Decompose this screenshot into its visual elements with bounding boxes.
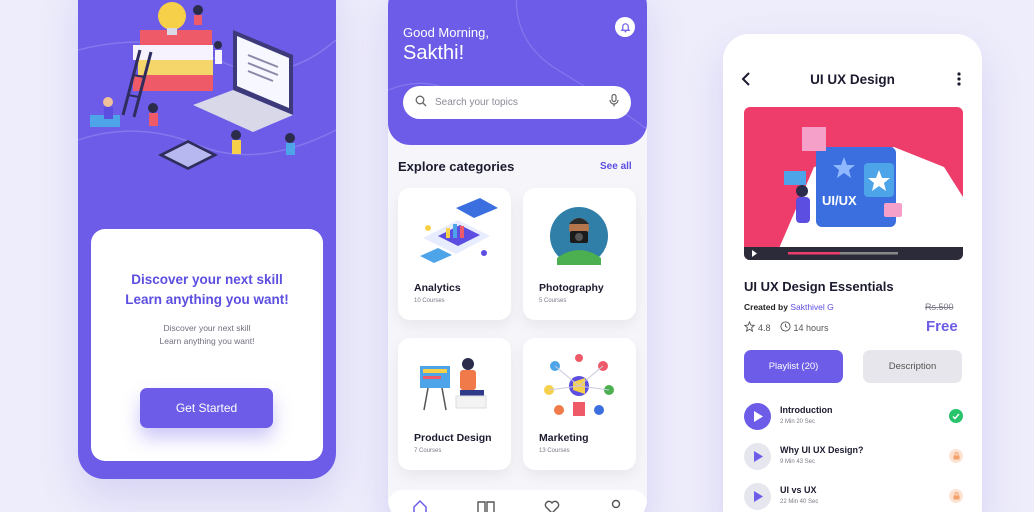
video-thumbnail: UI/UX xyxy=(744,107,963,260)
headline-line-1: Discover your next skill xyxy=(131,272,283,287)
category-count: 10 Courses xyxy=(414,298,445,304)
lesson-name: UI vs UX xyxy=(780,485,817,495)
home-icon[interactable] xyxy=(412,499,428,512)
created-by: Created by Sakthivel G xyxy=(744,302,834,312)
greeting-text: Good Morning, xyxy=(403,25,489,40)
lesson-duration: 2 Min 20 Sec xyxy=(780,419,816,425)
home-screen: Good Morning, Sakthi! Explore categories… xyxy=(388,0,647,512)
category-card-marketing[interactable]: Marketing 13 Courses xyxy=(523,338,636,470)
photographer-illustration xyxy=(550,207,608,265)
course-title: UI UX Design Essentials xyxy=(744,279,894,294)
more-options-icon[interactable] xyxy=(956,72,962,91)
get-started-button[interactable]: Get Started xyxy=(140,388,273,428)
onboarding-headline: Discover your next skill Learn anything … xyxy=(91,270,323,310)
tab-playlist[interactable]: Playlist (20) xyxy=(744,350,843,383)
search-input[interactable] xyxy=(435,97,609,108)
price: Free xyxy=(926,318,958,335)
course-detail-screen: UI UX Design UI/UX UI UX Design Essentia… xyxy=(723,34,982,512)
category-name: Analytics xyxy=(414,282,461,294)
course-meta: 4.8 14 hours xyxy=(743,320,829,334)
lesson-item[interactable]: Introduction 2 Min 20 Sec xyxy=(744,403,966,433)
onboarding-screen: Discover your next skill Learn anything … xyxy=(78,0,336,479)
category-card-photography[interactable]: Photography 5 Courses xyxy=(523,188,636,320)
user-name: Sakthi! xyxy=(403,42,465,64)
lock-icon xyxy=(949,489,963,503)
star-icon xyxy=(743,320,756,334)
microphone-icon[interactable] xyxy=(609,93,619,112)
bottom-nav xyxy=(388,490,647,512)
designer-illustration xyxy=(420,358,487,411)
header-wave-decoration xyxy=(388,0,647,131)
subtitle-line-2: Learn anything you want! xyxy=(159,336,255,346)
category-name: Product Design xyxy=(414,432,492,444)
play-icon[interactable] xyxy=(744,483,771,510)
tab-description[interactable]: Description xyxy=(863,350,962,383)
play-icon[interactable] xyxy=(744,403,771,430)
headline-line-2: Learn anything you want! xyxy=(125,292,289,307)
lesson-duration: 9 Min 43 Sec xyxy=(780,459,816,465)
search-icon xyxy=(415,94,427,112)
see-all-link[interactable]: See all xyxy=(600,161,632,172)
category-name: Marketing xyxy=(539,432,589,444)
lesson-name: Why UI UX Design? xyxy=(780,445,864,455)
bell-icon[interactable] xyxy=(615,17,635,37)
lesson-item[interactable]: UI vs UX 22 Min 40 Sec xyxy=(744,483,966,512)
created-by-label: Created by xyxy=(744,302,788,312)
heart-icon[interactable] xyxy=(544,499,560,512)
video-label: UI/UX xyxy=(822,193,857,208)
analytics-illustration xyxy=(420,198,498,263)
lesson-name: Introduction xyxy=(780,405,833,415)
category-count: 13 Courses xyxy=(539,448,570,454)
original-price: Rs.500 xyxy=(925,302,954,312)
onboarding-subtitle: Discover your next skill Learn anything … xyxy=(91,322,323,348)
marketing-illustration xyxy=(544,354,614,416)
check-icon xyxy=(949,409,963,423)
page-title: UI UX Design xyxy=(810,72,895,87)
onboarding-card: Discover your next skill Learn anything … xyxy=(91,229,323,461)
book-icon[interactable] xyxy=(477,499,495,512)
lesson-item[interactable]: Why UI UX Design? 9 Min 43 Sec xyxy=(744,443,966,473)
learning-illustration xyxy=(78,2,336,170)
category-count: 7 Courses xyxy=(414,448,442,454)
author-link[interactable]: Sakthivel G xyxy=(790,302,833,312)
profile-icon[interactable] xyxy=(609,499,623,512)
category-name: Photography xyxy=(539,282,604,294)
lock-icon xyxy=(949,449,963,463)
play-icon[interactable] xyxy=(744,443,771,470)
clock-icon xyxy=(779,321,791,334)
course-video-player[interactable]: UI/UX xyxy=(744,107,963,260)
subtitle-line-1: Discover your next skill xyxy=(163,323,251,333)
section-title: Explore categories xyxy=(398,159,515,174)
duration-value: 14 hours xyxy=(793,322,829,333)
category-card-analytics[interactable]: Analytics 10 Courses xyxy=(398,188,511,320)
category-card-product-design[interactable]: Product Design 7 Courses xyxy=(398,338,511,470)
rating-value: 4.8 xyxy=(758,322,771,333)
lesson-duration: 22 Min 40 Sec xyxy=(780,499,819,505)
category-count: 5 Courses xyxy=(539,298,567,304)
search-bar[interactable] xyxy=(403,86,631,119)
home-header: Good Morning, Sakthi! xyxy=(388,0,647,145)
